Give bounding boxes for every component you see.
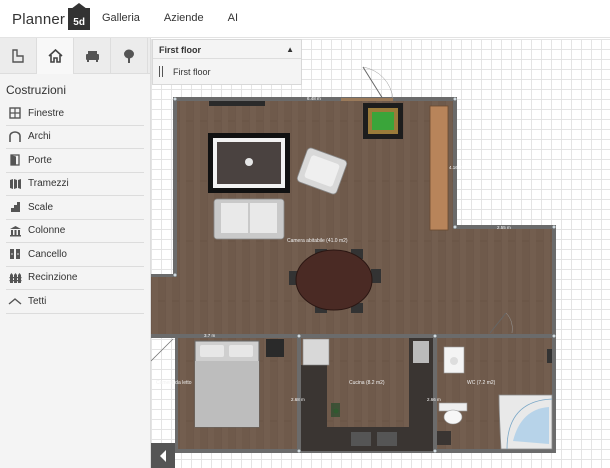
brand-name: Planner [12, 10, 66, 28]
chevron-left-icon [160, 449, 166, 462]
bedroom-door[interactable] [151, 338, 174, 362]
dim-kitchen-left: 2.68 m [291, 397, 305, 402]
dim-kitchen-right: 2.66 m [427, 397, 441, 402]
top-bar: Planner 5d Galleria Aziende AI [0, 0, 610, 38]
floor-plan-icon [12, 49, 24, 63]
sidebar-item-tetti[interactable]: Tetti [6, 290, 144, 314]
gate-icon [8, 248, 22, 260]
coffee-table[interactable] [208, 133, 290, 193]
sideboard[interactable] [429, 105, 449, 231]
tab-furniture[interactable] [74, 38, 111, 74]
room-label-bedroom: Camera da letto [156, 380, 192, 386]
stairs-icon [8, 201, 22, 213]
room-label-living: Camera abitabile (41.0 m2) [287, 238, 348, 244]
planner5d-logo[interactable]: Planner 5d [12, 3, 91, 30]
plant-box[interactable] [363, 103, 403, 139]
collapse-panel-button[interactable] [151, 443, 175, 468]
sidebar-item-label: Tramezzi [28, 178, 69, 190]
dim-top: 6.48 m [307, 96, 321, 101]
sidebar-item-cancello[interactable]: Cancello [6, 243, 144, 267]
sidebar-item-label: Tetti [28, 295, 47, 307]
roof-icon [8, 295, 22, 307]
entrance-door[interactable] [341, 66, 394, 101]
sidebar-item-archi[interactable]: Archi [6, 126, 144, 149]
fence-icon [8, 272, 22, 284]
tree-icon [124, 49, 134, 63]
columns-icon [8, 225, 22, 237]
partition-icon [8, 178, 22, 190]
section-title: Costruzioni [6, 83, 67, 97]
catalog-tabs [0, 38, 150, 74]
brand-mark: 5d [68, 3, 91, 30]
sidebar-item-label: Colonne [28, 225, 66, 237]
dim-right-upper: 2.55 m [497, 225, 511, 230]
floor-item-label: First floor [173, 66, 211, 77]
floor-list-item[interactable]: First floor [153, 59, 301, 77]
nav-aziende[interactable]: Aziende [164, 12, 204, 24]
sidebar-item-label: Cancello [28, 248, 67, 260]
arch-icon [8, 131, 22, 143]
sidebar-item-label: Porte [28, 154, 52, 166]
sidebar-item-label: Finestre [28, 107, 65, 119]
door-icon [8, 154, 22, 166]
sidebar-item-colonne[interactable]: Colonne [6, 220, 144, 243]
floor-selector[interactable]: First floor ▲ First floor [152, 39, 302, 85]
sofa[interactable] [213, 198, 285, 240]
sidebar-item-label: Archi [28, 131, 51, 143]
sidebar-item-scale[interactable]: Scale [6, 196, 144, 220]
main-nav: Galleria Aziende AI [102, 12, 262, 24]
floor-handle-icon [159, 66, 163, 77]
room-label-kitchen: Cucina (8.2 m2) [349, 380, 385, 386]
nightstand[interactable] [266, 339, 284, 357]
floor-plan-canvas[interactable]: Camera abitabile (41.0 m2) Camera da let… [151, 39, 610, 468]
collapse-triangle-icon[interactable]: ▲ [286, 45, 294, 54]
tv-stand[interactable] [209, 101, 265, 106]
tab-home[interactable] [37, 38, 74, 74]
sidebar-item-finestre[interactable]: Finestre [6, 102, 144, 126]
sidebar-item-recinzione[interactable]: Recinzione [6, 267, 144, 290]
floor-selector-header[interactable]: First floor ▲ [153, 40, 301, 59]
nav-galleria[interactable]: Galleria [102, 12, 140, 24]
tab-outdoor[interactable] [111, 38, 148, 74]
sofa-icon [85, 50, 99, 62]
window-icon [8, 107, 22, 119]
catalog-panel: Costruzioni Finestre Archi Porte Tramezz… [0, 38, 151, 468]
sidebar-item-porte[interactable]: Porte [6, 149, 144, 173]
sidebar-item-label: Recinzione [28, 272, 78, 284]
home-icon [47, 49, 63, 63]
tab-floor-plan[interactable] [0, 38, 37, 74]
current-floor: First floor [159, 45, 201, 55]
dim-bedroom-top: 3.7 m [204, 333, 216, 338]
dim-living-right: 4.16 m [449, 165, 463, 170]
sidebar-item-label: Scale [28, 201, 54, 213]
room-label-wc: WC (7.2 m2) [467, 380, 496, 386]
floor-plan-drawing[interactable]: Camera abitabile (41.0 m2) Camera da let… [151, 39, 610, 468]
bed[interactable] [194, 340, 260, 428]
nav-ai[interactable]: AI [228, 12, 238, 24]
sidebar-item-tramezzi[interactable]: Tramezzi [6, 173, 144, 196]
